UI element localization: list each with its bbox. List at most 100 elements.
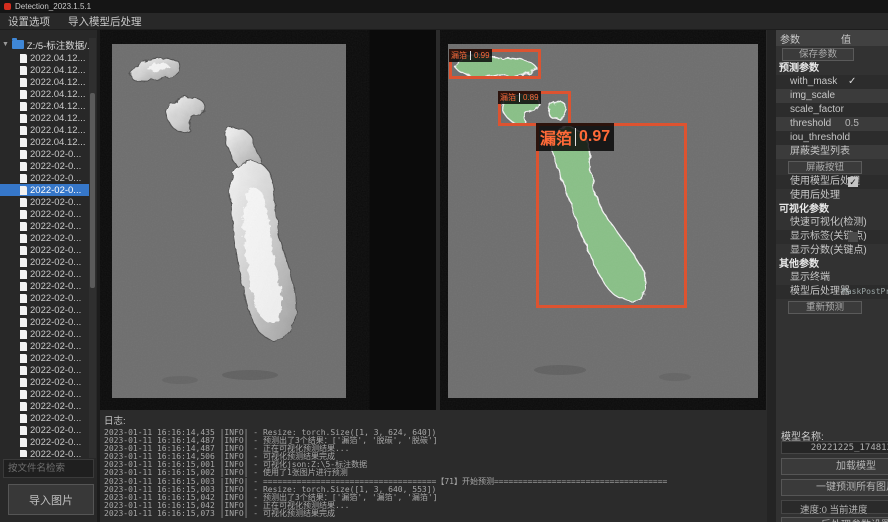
- list-item[interactable]: 2022-02-0...: [0, 292, 89, 304]
- chevron-down-icon[interactable]: ▼: [2, 41, 9, 48]
- param-row[interactable]: 显示终端: [776, 271, 888, 285]
- search-input[interactable]: [3, 459, 94, 478]
- menu-import-postprocess[interactable]: 导入模型后处理: [68, 14, 142, 29]
- list-item[interactable]: 2022-02-0...: [0, 376, 89, 388]
- list-item[interactable]: 2022-02-0...: [0, 304, 89, 316]
- save-params-button[interactable]: 保存参数: [782, 48, 854, 61]
- param-row[interactable]: 使用模型后处理✓: [776, 175, 888, 189]
- prediction-image-panel[interactable]: 漏箔 0.99 漏箔 0.89 漏箔 0.97: [440, 30, 766, 410]
- list-item[interactable]: 2022-02-0...: [0, 184, 89, 196]
- list-item[interactable]: 2022-02-0...: [0, 280, 89, 292]
- checkmark-icon[interactable]: ✓: [848, 75, 856, 89]
- list-item[interactable]: 2022-02-0...: [0, 232, 89, 244]
- list-item[interactable]: 2022-02-0...: [0, 412, 89, 424]
- file-name: 2022-02-0...: [30, 209, 81, 220]
- param-row[interactable]: 使用后处理: [776, 189, 888, 203]
- list-item[interactable]: 2022-02-0...: [0, 388, 89, 400]
- file-icon: [20, 450, 27, 458]
- list-item[interactable]: 2022.04.12...: [0, 100, 89, 112]
- param-value[interactable]: MaskPostPro: [842, 285, 888, 299]
- list-item[interactable]: 2022.04.12...: [0, 76, 89, 88]
- file-name: 2022.04.12...: [30, 113, 85, 124]
- list-item[interactable]: 2022-02-0...: [0, 400, 89, 412]
- file-name: 2022-02-0...: [30, 437, 81, 448]
- param-action-button[interactable]: 重新预测: [788, 301, 862, 314]
- progress-status: 速度:0 当前进度: [781, 500, 888, 514]
- param-name: threshold: [790, 118, 831, 129]
- list-item[interactable]: 2022-02-0...: [0, 160, 89, 172]
- file-icon: [20, 186, 27, 195]
- param-name: 显示分数(关键点): [790, 245, 867, 256]
- load-model-button[interactable]: 加载模型: [781, 458, 888, 475]
- param-section-title: 可视化参数: [776, 203, 888, 216]
- list-item[interactable]: 2022.04.12...: [0, 124, 89, 136]
- param-row[interactable]: threshold 0.5: [776, 117, 888, 131]
- detection-score: 0.89: [519, 93, 539, 102]
- menu-settings[interactable]: 设置选项: [8, 14, 50, 29]
- list-item[interactable]: 2022-02-0...: [0, 220, 89, 232]
- menu-bar: 设置选项 导入模型后处理: [0, 13, 888, 30]
- postprocess-settings-button[interactable]: 后处理参数设置: [781, 517, 888, 522]
- predict-all-button[interactable]: 一键预测所有图片: [781, 479, 888, 496]
- list-item[interactable]: 2022-02-0...: [0, 316, 89, 328]
- param-rows: 预测参数with_mask✓img_scalescale_factorthres…: [776, 62, 888, 315]
- param-row[interactable]: scale_factor: [776, 103, 888, 117]
- file-name: 2022-02-0...: [30, 329, 81, 340]
- list-item[interactable]: 2022-02-0...: [0, 448, 89, 457]
- detection-class: 漏箔: [451, 50, 467, 61]
- list-item[interactable]: 2022-02-0...: [0, 196, 89, 208]
- import-image-button[interactable]: 导入图片: [8, 484, 94, 515]
- file-name: 2022-02-0...: [30, 353, 81, 364]
- list-item[interactable]: 2022.04.12...: [0, 52, 89, 64]
- param-checkbox[interactable]: ✓: [848, 177, 858, 187]
- tree-scrollbar[interactable]: [89, 38, 96, 458]
- param-row[interactable]: iou_threshold: [776, 131, 888, 145]
- param-row[interactable]: 模型后处理器MaskPostPro: [776, 285, 888, 299]
- param-name: 快速可视化(检测): [790, 217, 867, 228]
- log-area[interactable]: 日志: 2023-01-11 16:16:14,435 |INFO| - Res…: [100, 410, 767, 522]
- original-image-panel[interactable]: [100, 30, 436, 410]
- list-item[interactable]: 2022-02-0...: [0, 268, 89, 280]
- file-name: 2022-02-0...: [30, 449, 81, 458]
- list-item[interactable]: 2022.04.12...: [0, 88, 89, 100]
- save-params-row: 保存参数: [776, 46, 888, 62]
- list-item[interactable]: 2022.04.12...: [0, 136, 89, 148]
- param-action-button[interactable]: 屏蔽按钮: [788, 161, 862, 174]
- file-name: 2022-02-0...: [30, 185, 81, 196]
- list-item[interactable]: 2022-02-0...: [0, 364, 89, 376]
- param-row[interactable]: with_mask✓: [776, 75, 888, 89]
- param-checkbox[interactable]: [848, 232, 858, 242]
- list-item[interactable]: 2022-02-0...: [0, 148, 89, 160]
- param-value[interactable]: 0.5: [845, 117, 859, 131]
- param-row[interactable]: 显示分数(关键点): [776, 244, 888, 258]
- param-row[interactable]: img_scale: [776, 89, 888, 103]
- tree-root-node[interactable]: ▼ Z:/5-标注数据/...: [2, 38, 94, 51]
- list-item[interactable]: 2022-02-0...: [0, 256, 89, 268]
- param-button-row: 重新预测: [776, 299, 888, 315]
- model-name-field[interactable]: 20221225_174813: [781, 441, 888, 454]
- file-name: 2022.04.12...: [30, 125, 85, 136]
- params-header-name: 参数: [776, 31, 841, 46]
- list-item[interactable]: 2022.04.12...: [0, 112, 89, 124]
- list-item[interactable]: 2022-02-0...: [0, 352, 89, 364]
- file-icon: [20, 282, 27, 291]
- param-row[interactable]: 显示标签(关键点): [776, 230, 888, 244]
- list-item[interactable]: 2022-02-0...: [0, 436, 89, 448]
- list-item[interactable]: 2022-02-0...: [0, 244, 89, 256]
- param-name: 显示终端: [790, 272, 830, 283]
- list-item[interactable]: 2022-02-0...: [0, 172, 89, 184]
- params-table-header: 参数 值: [776, 30, 888, 46]
- file-tree-panel: ▼ Z:/5-标注数据/... 2022.04.12... 2022.04.12…: [0, 30, 97, 522]
- list-item[interactable]: 2022-02-0...: [0, 424, 89, 436]
- file-name: 2022-02-0...: [30, 161, 81, 172]
- file-name: 2022-02-0...: [30, 305, 81, 316]
- param-row[interactable]: 屏蔽类型列表: [776, 145, 888, 159]
- file-icon: [20, 150, 27, 159]
- list-item[interactable]: 2022-02-0...: [0, 340, 89, 352]
- tree-scrollbar-thumb[interactable]: [90, 93, 95, 288]
- app-window: Detection_2023.1.5.1 设置选项 导入模型后处理 ▼ Z:/5…: [0, 0, 888, 522]
- list-item[interactable]: 2022.04.12...: [0, 64, 89, 76]
- list-item[interactable]: 2022-02-0...: [0, 328, 89, 340]
- list-item[interactable]: 2022-02-0...: [0, 208, 89, 220]
- param-row[interactable]: 快速可视化(检测): [776, 216, 888, 230]
